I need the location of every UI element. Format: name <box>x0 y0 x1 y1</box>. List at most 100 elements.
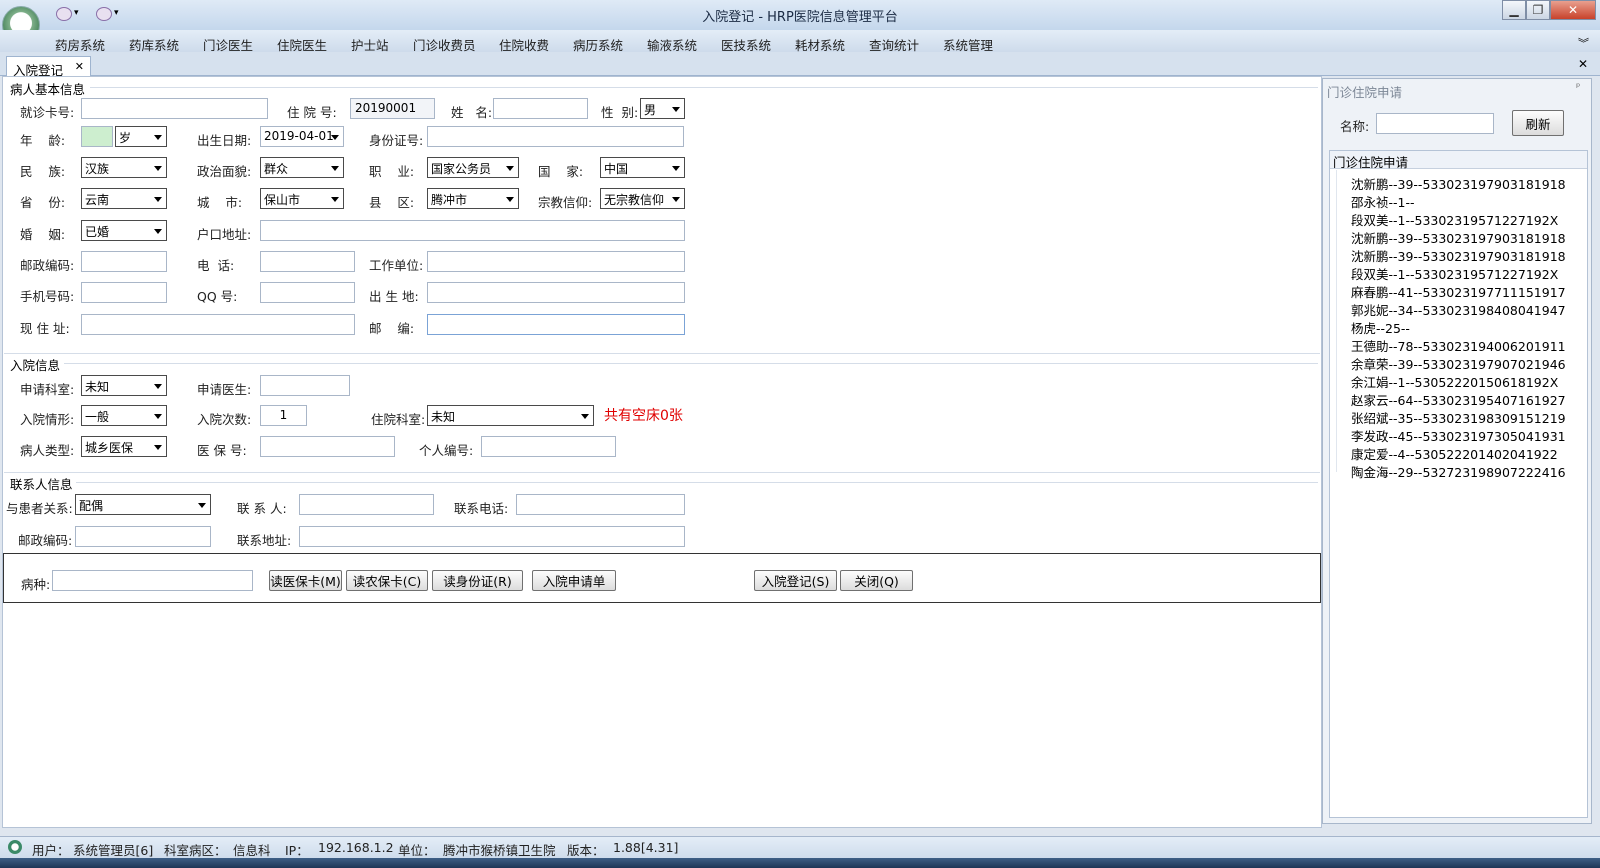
section-basic-title: 病人基本信息 <box>10 82 86 97</box>
nation-label: 民 族: <box>20 164 66 179</box>
age-input[interactable] <box>81 126 113 147</box>
list-item[interactable]: 杨虎--25-- <box>1351 318 1410 337</box>
hosp-no-field: 20190001 <box>350 98 435 119</box>
marriage-select[interactable]: 已婚 <box>81 220 167 241</box>
situation-select[interactable]: 一般 <box>81 405 167 426</box>
quick-access-icon[interactable] <box>56 7 72 21</box>
disease-input[interactable] <box>52 570 253 591</box>
personal-no-input[interactable] <box>481 436 616 457</box>
divider <box>4 472 1320 473</box>
list-item[interactable]: 麻春鹏--41--533023197711151917 <box>1351 282 1566 301</box>
political-select[interactable]: 群众 <box>260 157 344 178</box>
read-med-card-button[interactable]: 读医保卡(M) <box>269 570 342 591</box>
pin-icon[interactable]: ᵖ <box>1576 82 1580 93</box>
status-dept: 信息科 <box>233 843 271 858</box>
ribbon-collapse-icon[interactable]: ︾ <box>1578 35 1589 51</box>
list-item[interactable]: 康定爱--4--530522201402041922 <box>1351 444 1558 463</box>
contact-phone-input[interactable] <box>516 494 685 515</box>
personal-no-label: 个人编号: <box>419 443 474 458</box>
work-input[interactable] <box>427 251 685 272</box>
contact-phone-label: 联系电话: <box>454 501 509 516</box>
list-item[interactable]: 沈新鹏--39--533023197903181918 <box>1351 246 1566 265</box>
patient-type-select[interactable]: 城乡医保 <box>81 436 167 457</box>
close-all-icon[interactable]: ✕ <box>1578 57 1588 71</box>
postcode-input[interactable] <box>81 251 167 272</box>
qq-label: QQ 号: <box>197 289 238 304</box>
list-item[interactable]: 段双美--1--53302319571227192X <box>1351 210 1558 229</box>
birth-date-picker[interactable]: 2019-04-01 <box>260 126 344 147</box>
province-label: 省 份: <box>20 195 66 210</box>
search-name-input[interactable] <box>1376 113 1494 134</box>
list-item[interactable]: 陶金海--29--532723198907222416 <box>1351 462 1566 481</box>
birthplace-input[interactable] <box>427 282 685 303</box>
gender-select[interactable]: 男 <box>640 98 685 119</box>
card-no-input[interactable] <box>81 98 268 119</box>
minimize-button[interactable]: ▁ <box>1502 0 1526 20</box>
apply-dept-select[interactable]: 未知 <box>81 375 167 396</box>
list-item[interactable]: 余江娟--1--53052220150618192X <box>1351 372 1558 391</box>
list-item[interactable]: 郭兆妮--34--533023198408041947 <box>1351 300 1566 319</box>
times-input[interactable]: 1 <box>260 405 307 426</box>
contact-address-input[interactable] <box>299 526 685 547</box>
section-admit-title: 入院信息 <box>10 358 61 373</box>
close-window-button[interactable]: ✕ <box>1550 0 1596 20</box>
situation-label: 入院情形: <box>20 412 75 427</box>
apply-doctor-input[interactable] <box>260 375 350 396</box>
job-select[interactable]: 国家公务员 <box>427 157 519 178</box>
patient-type-label: 病人类型: <box>20 443 75 458</box>
county-select[interactable]: 腾冲市 <box>427 188 519 209</box>
zip-input[interactable] <box>427 314 685 335</box>
city-select[interactable]: 保山市 <box>260 188 344 209</box>
province-select[interactable]: 云南 <box>81 188 167 209</box>
disease-label: 病种: <box>21 577 51 592</box>
divider <box>4 353 1320 354</box>
list-item[interactable]: 邵永祯--1-- <box>1351 192 1415 211</box>
list-item[interactable]: 李发政--45--533023197305041931 <box>1351 426 1566 445</box>
register-button[interactable]: 入院登记(S) <box>754 570 837 591</box>
ward-select[interactable]: 未知 <box>427 405 594 426</box>
tree-line <box>1336 170 1337 472</box>
relation-select[interactable]: 配偶 <box>75 494 211 515</box>
divider <box>76 482 1318 483</box>
list-item[interactable]: 沈新鹏--39--533023197903181918 <box>1351 228 1566 247</box>
refresh-button[interactable]: 刷新 <box>1512 110 1564 136</box>
tab-close-icon[interactable]: ✕ <box>75 60 84 73</box>
name-input[interactable] <box>493 98 588 119</box>
dropdown-arrow-icon-2[interactable]: ▾ <box>114 8 119 18</box>
close-button[interactable]: 关闭(Q) <box>840 570 913 591</box>
mobile-input[interactable] <box>81 282 167 303</box>
list-item[interactable]: 张绍斌--35--533023198309151219 <box>1351 408 1566 427</box>
apply-form-button[interactable]: 入院申请单 <box>532 570 616 591</box>
maximize-button[interactable]: ❐ <box>1526 0 1550 20</box>
quick-access-icon-2[interactable] <box>96 7 112 21</box>
read-rural-card-button[interactable]: 读农保卡(C) <box>346 570 428 591</box>
hukou-input[interactable] <box>260 220 685 241</box>
nation-select[interactable]: 汉族 <box>81 157 167 178</box>
qq-input[interactable] <box>260 282 355 303</box>
age-label: 年 龄: <box>20 133 66 148</box>
phone-label: 电 话: <box>197 258 235 273</box>
work-label: 工作单位: <box>369 258 424 273</box>
age-unit-select[interactable]: 岁 <box>115 126 167 147</box>
contact-postcode-input[interactable] <box>75 526 211 547</box>
insure-input[interactable] <box>260 436 395 457</box>
address-input[interactable] <box>81 314 355 335</box>
read-id-card-button[interactable]: 读身份证(R) <box>432 570 523 591</box>
tab-admission[interactable]: 入院登记 ✕ <box>6 56 91 78</box>
id-card-input[interactable] <box>427 126 684 147</box>
country-select[interactable]: 中国 <box>600 157 685 178</box>
contact-person-input[interactable] <box>299 494 434 515</box>
religion-select[interactable]: 无宗教信仰 <box>600 188 685 209</box>
dropdown-arrow-icon[interactable]: ▾ <box>74 8 79 18</box>
list-item[interactable]: 赵家云--64--533023195407161927 <box>1351 390 1566 409</box>
phone-input[interactable] <box>260 251 355 272</box>
mobile-label: 手机号码: <box>20 289 75 304</box>
list-item[interactable]: 王德助--78--533023194006201911 <box>1351 336 1566 355</box>
list-item[interactable]: 余章荣--39--533023197907021946 <box>1351 354 1566 373</box>
list-item[interactable]: 段双美--1--53302319571227192X <box>1351 264 1558 283</box>
contact-address-label: 联系地址: <box>237 533 292 548</box>
status-user-label: 用户： <box>32 843 70 858</box>
name-label: 姓 名: <box>451 105 493 120</box>
list-item[interactable]: 沈新鹏--39--533023197903181918 <box>1351 174 1566 193</box>
tab-bar <box>0 52 1600 76</box>
